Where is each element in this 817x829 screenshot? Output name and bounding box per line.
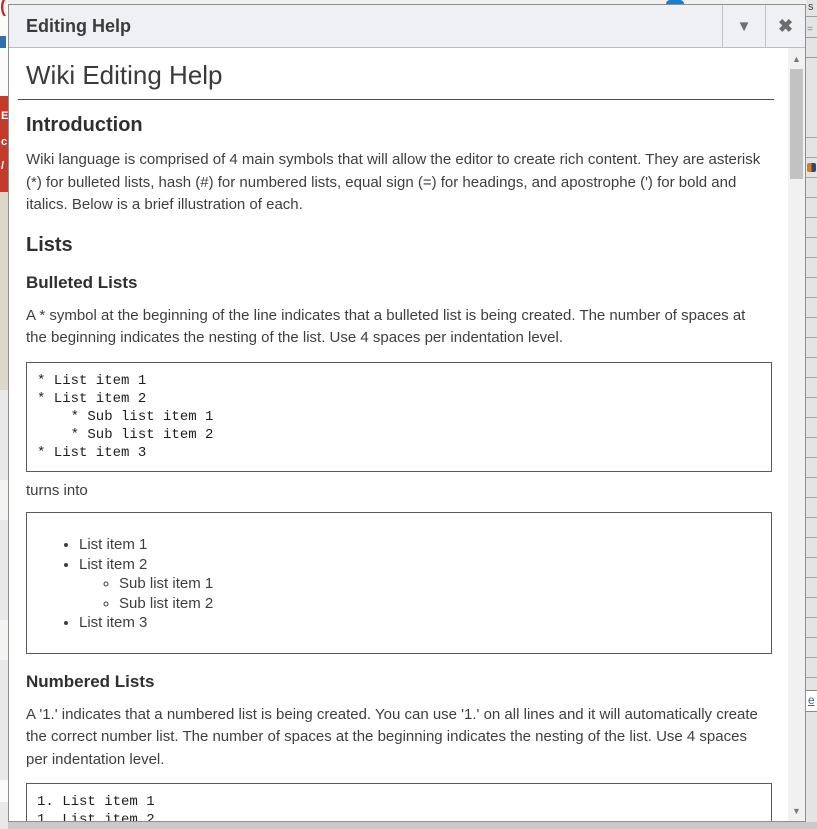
background-left-gray <box>0 390 8 829</box>
dialog-collapse-button[interactable]: ▼ <box>722 5 765 47</box>
introduction-paragraph: Wiki language is comprised of 4 main sym… <box>18 149 774 217</box>
scroll-down-arrow-icon[interactable]: ▼ <box>788 802 805 819</box>
chevron-down-icon: ▼ <box>737 18 752 35</box>
help-document: Wiki Editing Help Introduction Wiki lang… <box>9 48 788 821</box>
background-bottom-band <box>8 822 817 829</box>
editing-help-dialog: Editing Help ▼ ✖ Wiki Editing Help Intro… <box>8 4 806 822</box>
background-row-line <box>806 37 817 38</box>
background-right-strip: s = e <box>806 0 817 829</box>
background-link-text: e <box>808 693 815 707</box>
dialog-body: Wiki Editing Help Introduction Wiki lang… <box>9 48 805 821</box>
background-icon-fragment <box>807 163 816 172</box>
background-row-line <box>806 16 817 17</box>
dialog-titlebar[interactable]: Editing Help ▼ ✖ <box>9 5 805 48</box>
background-band <box>0 480 8 520</box>
bulleted-lists-paragraph: A * symbol at the beginning of the line … <box>18 305 774 350</box>
background-letter-fragment: / <box>1 160 4 172</box>
background-left-top: ( <box>0 0 8 96</box>
dialog-close-button[interactable]: ✖ <box>765 5 805 47</box>
list-item: Sub list item 1 <box>119 574 761 594</box>
heading-bulleted-lists: Bulleted Lists <box>18 273 774 293</box>
bulleted-list-code-example: * List item 1 * List item 2 * Sub list i… <box>26 362 772 472</box>
list-item: List item 2 Sub list item 1 Sub list ite… <box>79 555 761 614</box>
rendered-bullet-list: List item 1 List item 2 Sub list item 1 … <box>37 535 761 633</box>
background-left-red-sidebar-fragment: E c / <box>0 96 8 192</box>
background-link-fragment: e <box>806 690 817 712</box>
list-item-label: List item 2 <box>79 556 147 573</box>
list-item: List item 1 <box>79 535 761 555</box>
numbered-list-code-example: 1. List item 1 1. List item 2 <box>26 783 772 821</box>
background-row-line <box>806 57 817 58</box>
list-item: Sub list item 2 <box>119 594 761 614</box>
background-left-beige <box>0 192 8 390</box>
background-letter-fragment: c <box>1 136 7 148</box>
close-icon: ✖ <box>778 16 793 37</box>
numbered-lists-paragraph: A '1.' indicates that a numbered list is… <box>18 704 774 772</box>
background-band <box>0 620 8 660</box>
dialog-title: Editing Help <box>9 5 722 47</box>
background-left-blue-fragment <box>0 36 6 48</box>
list-item: List item 3 <box>79 613 761 633</box>
background-logo-fragment: ( <box>0 0 6 17</box>
heading-introduction: Introduction <box>18 114 774 137</box>
scroll-up-arrow-icon[interactable]: ▲ <box>788 50 805 67</box>
scrollbar-thumb[interactable] <box>790 69 803 179</box>
bulleted-list-rendered-example: List item 1 List item 2 Sub list item 1 … <box>26 512 772 654</box>
heading-lists: Lists <box>18 234 774 257</box>
background-band <box>0 780 8 802</box>
background-row-lines <box>806 118 817 683</box>
background-text-fragment: = <box>807 24 813 35</box>
turns-into-label: turns into <box>18 480 774 503</box>
background-text-fragment: s <box>808 1 814 13</box>
page-title: Wiki Editing Help <box>18 60 774 100</box>
heading-numbered-lists: Numbered Lists <box>18 672 774 692</box>
rendered-sub-list: Sub list item 1 Sub list item 2 <box>79 574 761 613</box>
dialog-scrollbar[interactable]: ▲ ▼ <box>788 48 805 821</box>
